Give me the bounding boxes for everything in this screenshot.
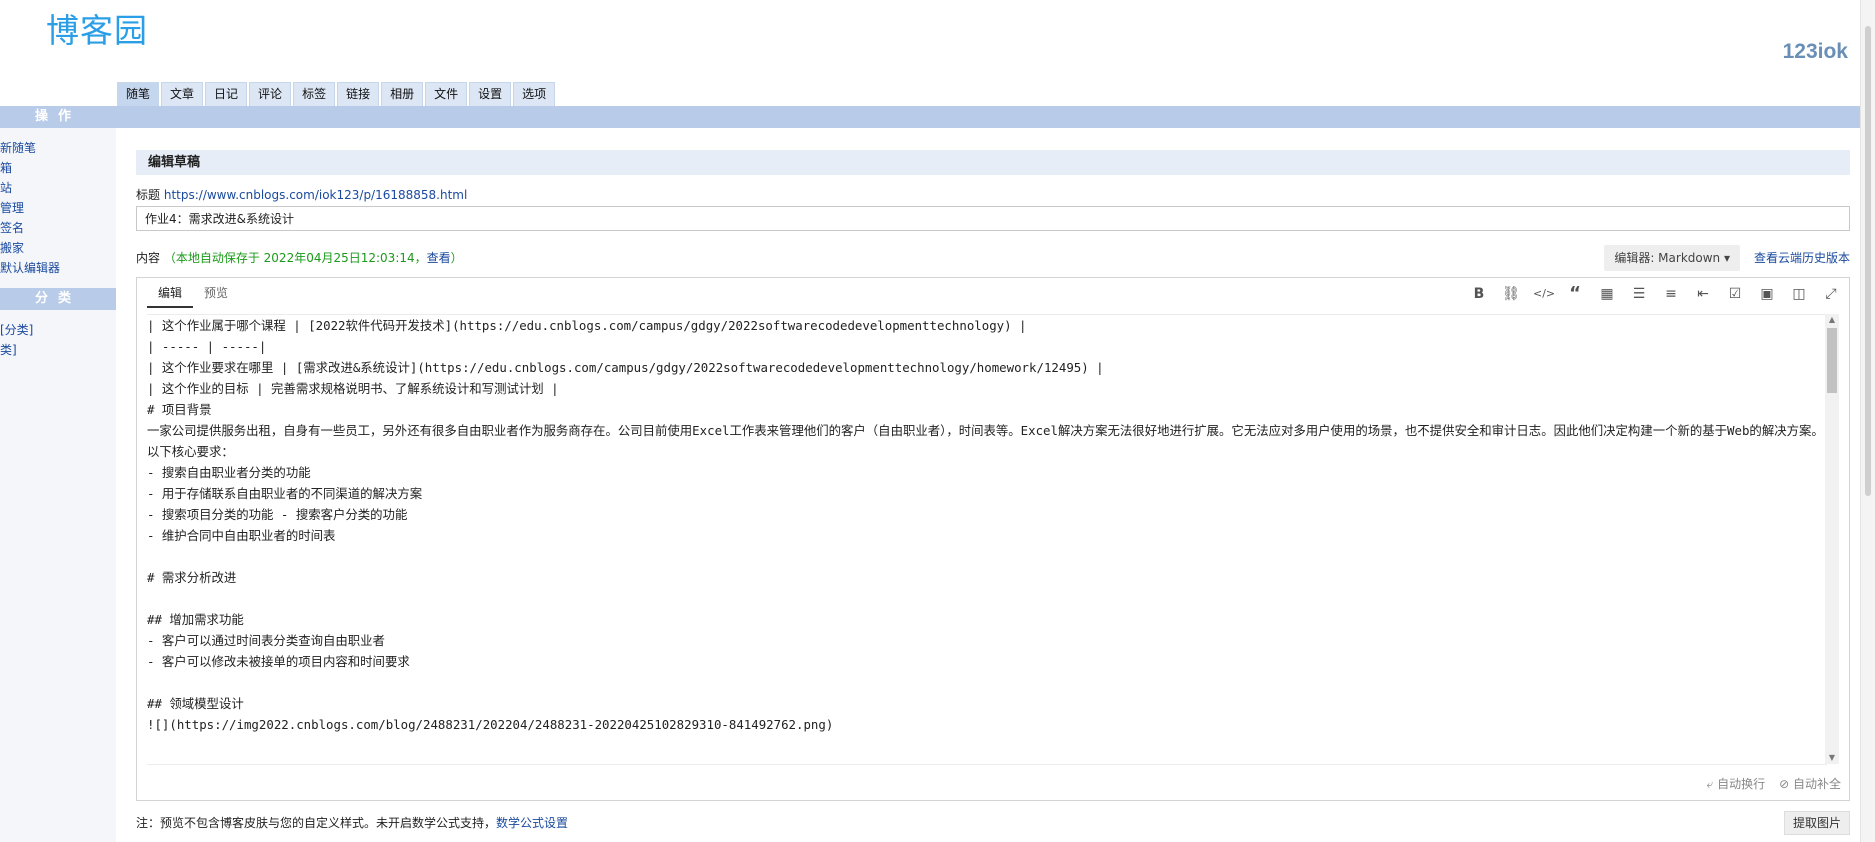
tab-files[interactable]: 文件 [425, 82, 468, 106]
post-url-link[interactable]: https://www.cnblogs.com/iok123/p/1618885… [164, 188, 467, 202]
fullscreen-icon[interactable]: ⤢ [1821, 285, 1841, 303]
editor-line: 一家公司提供服务出租，自身有一些员工，另外还有很多自由职业者作为服务商存在。公司… [147, 423, 1824, 459]
content-row: 内容 （本地自动保存于 2022年04月25日12:03:14，查看） 编辑器:… [136, 245, 1850, 271]
scroll-up-icon[interactable]: ▲ [1825, 314, 1839, 326]
sidebar-cat-list: [分类] 类] [0, 310, 116, 370]
page-scrollbar[interactable] [1860, 0, 1875, 842]
autosave-close: ） [450, 251, 463, 265]
header: 博客园 123iok [0, 0, 1860, 90]
editor-line: # 需求分析改进 [147, 570, 237, 585]
bullet-list-icon[interactable]: ☰ [1629, 285, 1649, 303]
editor-line: | 这个作业属于哪个课程 | [2022软件代码开发技术](https://ed… [147, 318, 1027, 333]
editor-line: ![](https://img2022.cnblogs.com/blog/248… [147, 717, 834, 732]
autocomplete-icon: ⊘ [1779, 777, 1793, 791]
editor-text-area[interactable]: | 这个作业属于哪个课程 | [2022软件代码开发技术](https://ed… [147, 314, 1827, 764]
extract-images-button[interactable]: 提取图片 [1783, 811, 1850, 835]
editor-line: | 这个作业要求在哪里 | [需求改进&系统设计](https://edu.cn… [147, 360, 1104, 375]
username-link[interactable]: 123iok [1783, 40, 1848, 64]
tab-bar-strip [116, 106, 1860, 128]
editor-line: | ----- | -----| [147, 339, 267, 354]
page-scroll-thumb[interactable] [1865, 26, 1871, 496]
editor-line: ## 领域模型设计 [147, 696, 244, 711]
editor-tabs: 编辑 预览 [147, 278, 239, 308]
editor-scroll-thumb[interactable] [1827, 328, 1837, 393]
tab-comments[interactable]: 评论 [249, 82, 292, 106]
autocomplete-label: 自动补全 [1792, 777, 1841, 791]
editor-line: - 维护合同中自由职业者的时间表 [147, 528, 336, 543]
editor-divider [147, 764, 1827, 765]
content-label: 内容 [136, 251, 161, 265]
wrap-icon: ⤶ [1706, 777, 1718, 791]
tab-albums[interactable]: 相册 [381, 82, 424, 106]
note-row: 注：预览不包含博客皮肤与您的自定义样式。未开启数学公式支持，数学公式设置 提取图… [136, 811, 1850, 835]
quote-icon[interactable]: “ [1565, 285, 1585, 303]
autosave-view-link[interactable]: 查看 [427, 251, 451, 265]
sidebar-item-default-editor[interactable]: 默认编辑器 [0, 258, 116, 278]
image-icon[interactable]: ▣ [1757, 285, 1777, 303]
sidebar-ops-header: 操作 [0, 106, 116, 128]
sidebar-cat-header: 分类 [0, 288, 116, 310]
sidebar-item-box[interactable]: 箱 [0, 158, 116, 178]
editor-line: - 搜索自由职业者分类的功能 [147, 465, 311, 480]
sidebar-item-signature[interactable]: 签名 [0, 218, 116, 238]
sidebar-item-category-1[interactable]: [分类] [0, 320, 116, 340]
main-content: 编辑草稿 标题 https://www.cnblogs.com/iok123/p… [136, 150, 1850, 835]
numbered-list-icon[interactable]: ≡ [1661, 285, 1681, 303]
main-tabs: 随笔 文章 日记 评论 标签 链接 相册 文件 设置 选项 [117, 82, 556, 106]
markdown-editor: 编辑 预览 B ⛓ </> “ ▦ ☰ ≡ ⇤ ☑ ▣ ◫ ⤢ | 这个作业属于… [136, 277, 1850, 801]
tab-articles[interactable]: 文章 [161, 82, 204, 106]
sidebar: 操作 新随笔 箱 站 管理 签名 搬家 默认编辑器 分类 [分类] 类] [0, 106, 116, 842]
editor-line: - 搜索项目分类的功能 - 搜索客户分类的功能 [147, 507, 408, 522]
site-logo[interactable]: 博客园 [46, 4, 148, 52]
scroll-down-icon[interactable]: ▼ [1825, 752, 1839, 764]
tab-preview[interactable]: 预览 [193, 278, 239, 308]
indent-icon[interactable]: ⇤ [1693, 285, 1713, 303]
title-row: 标题 https://www.cnblogs.com/iok123/p/1618… [136, 187, 1850, 203]
sidebar-item-new-post[interactable]: 新随笔 [0, 138, 116, 158]
sidebar-item-category-2[interactable]: 类] [0, 340, 116, 360]
tab-settings[interactable]: 设置 [469, 82, 512, 106]
tab-posts[interactable]: 随笔 [117, 82, 160, 106]
editor-line: # 项目背景 [147, 402, 212, 417]
title-label: 标题 [136, 188, 161, 202]
table-icon[interactable]: ▦ [1597, 285, 1617, 303]
bold-icon[interactable]: B [1469, 285, 1489, 303]
autosave-text: （本地自动保存于 2022年04月25日12:03:14， [163, 251, 427, 265]
tab-edit[interactable]: 编辑 [147, 278, 194, 308]
tab-options[interactable]: 选项 [513, 82, 556, 106]
sidebar-item-station[interactable]: 站 [0, 178, 116, 198]
autocomplete-toggle[interactable]: ⊘ 自动补全 [1779, 775, 1841, 792]
editor-line: - 用于存储联系自由职业者的不同渠道的解决方案 [147, 486, 423, 501]
sidebar-item-migrate[interactable]: 搬家 [0, 238, 116, 258]
word-wrap-toggle[interactable]: ⤶ 自动换行 [1707, 775, 1766, 792]
editor-toolbar: B ⛓ </> “ ▦ ☰ ≡ ⇤ ☑ ▣ ◫ ⤢ [1469, 285, 1841, 303]
split-view-icon[interactable]: ◫ [1789, 285, 1809, 303]
link-icon[interactable]: ⛓ [1501, 285, 1521, 303]
editor-line: - 客户可以通过时间表分类查询自由职业者 [147, 633, 385, 648]
sidebar-item-manage[interactable]: 管理 [0, 198, 116, 218]
math-settings-link[interactable]: 数学公式设置 [496, 816, 568, 830]
editor-footer: ⤶ 自动换行 ⊘ 自动补全 [1707, 775, 1841, 792]
checkbox-icon[interactable]: ☑ [1725, 285, 1745, 303]
editor-line: - 客户可以修改未被接单的项目内容和时间要求 [147, 654, 410, 669]
preview-note: 注：预览不包含博客皮肤与您的自定义样式。未开启数学公式支持， [136, 816, 497, 830]
editor-line: | 这个作业的目标 | 完善需求规格说明书、了解系统设计和写测试计划 | [147, 381, 559, 396]
cloud-history-link[interactable]: 查看云端历史版本 [1754, 245, 1850, 271]
sidebar-ops-list: 新随笔 箱 站 管理 签名 搬家 默认编辑器 [0, 128, 116, 288]
word-wrap-label: 自动换行 [1717, 777, 1766, 791]
tab-tags[interactable]: 标签 [293, 82, 336, 106]
editor-scrollbar[interactable]: ▲ ▼ [1825, 314, 1839, 764]
code-icon[interactable]: </> [1533, 285, 1555, 303]
tab-links[interactable]: 链接 [337, 82, 380, 106]
editor-type-dropdown[interactable]: 编辑器: Markdown ▾ [1604, 245, 1740, 271]
editor-line: ## 增加需求功能 [147, 612, 244, 627]
tab-diary[interactable]: 日记 [205, 82, 248, 106]
section-title: 编辑草稿 [136, 150, 1850, 175]
title-input[interactable] [136, 206, 1850, 231]
autosave-status: （本地自动保存于 2022年04月25日12:03:14，查看） [164, 251, 463, 265]
